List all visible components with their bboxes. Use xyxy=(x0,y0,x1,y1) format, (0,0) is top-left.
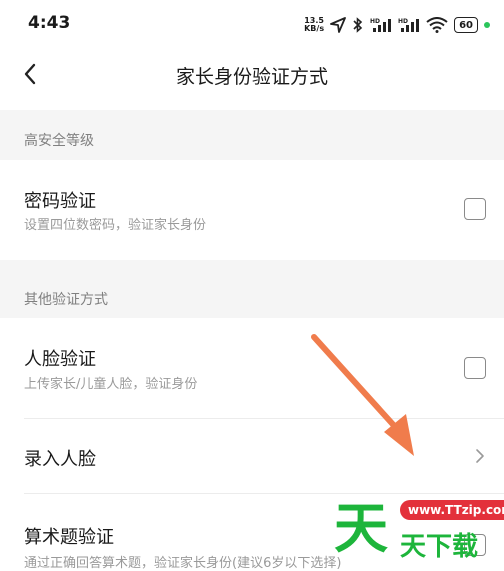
wifi-icon xyxy=(426,17,448,33)
page-title: 家长身份验证方式 xyxy=(175,66,328,88)
signal-hd-2-icon: HD xyxy=(398,18,420,32)
status-icons: 13.5 KB/s HD HD 60 xyxy=(304,14,490,36)
section-header-high-security: 高安全等级 xyxy=(0,110,504,160)
row-title: 密码验证 xyxy=(24,191,96,212)
row-subtitle: 设置四位数密码，验证家长身份 xyxy=(24,218,207,233)
password-verify-checkbox[interactable] xyxy=(464,198,486,220)
battery-icon: 60 xyxy=(454,17,478,33)
section-label: 高安全等级 xyxy=(24,133,94,149)
network-speed-unit: KB/s xyxy=(304,24,325,33)
row-enroll-face[interactable]: 录入人脸 xyxy=(0,419,504,493)
signal-hd-1-icon: HD xyxy=(370,18,392,32)
watermark-url: www.TTzip.com xyxy=(400,500,504,520)
watermark-logo-char: 天 xyxy=(334,496,388,560)
site-watermark: 天 www.TTzip.com 天下载 xyxy=(330,488,504,566)
row-title: 算术题验证 xyxy=(24,527,114,548)
svg-text:HD: HD xyxy=(398,18,408,25)
chevron-right-icon xyxy=(472,448,488,464)
battery-level: 60 xyxy=(459,19,473,31)
svg-text:HD: HD xyxy=(370,18,380,25)
row-password-verify[interactable]: 密码验证 设置四位数密码，验证家长身份 xyxy=(0,160,504,260)
status-time: 4:43 xyxy=(28,13,71,33)
row-title: 录入人脸 xyxy=(24,449,96,470)
row-title: 人脸验证 xyxy=(24,349,96,370)
row-subtitle: 通过正确回答算术题，验证家长身份(建议6岁以下选择) xyxy=(24,556,342,571)
section-label: 其他验证方式 xyxy=(24,292,108,308)
row-subtitle: 上传家长/儿童人脸，验证身份 xyxy=(24,377,198,392)
location-arrow-icon xyxy=(330,17,346,33)
network-speed: 13.5 KB/s xyxy=(304,17,324,33)
status-bar: 4:43 13.5 KB/s HD HD 60 xyxy=(0,0,504,50)
section-header-other-methods: 其他验证方式 xyxy=(0,260,504,318)
row-face-verify[interactable]: 人脸验证 上传家长/儿童人脸，验证身份 xyxy=(0,318,504,418)
status-dot xyxy=(484,22,490,28)
title-bar: 家长身份验证方式 xyxy=(0,50,504,98)
bluetooth-icon xyxy=(353,17,363,33)
face-verify-checkbox[interactable] xyxy=(464,357,486,379)
watermark-text: 天下载 xyxy=(400,532,479,562)
